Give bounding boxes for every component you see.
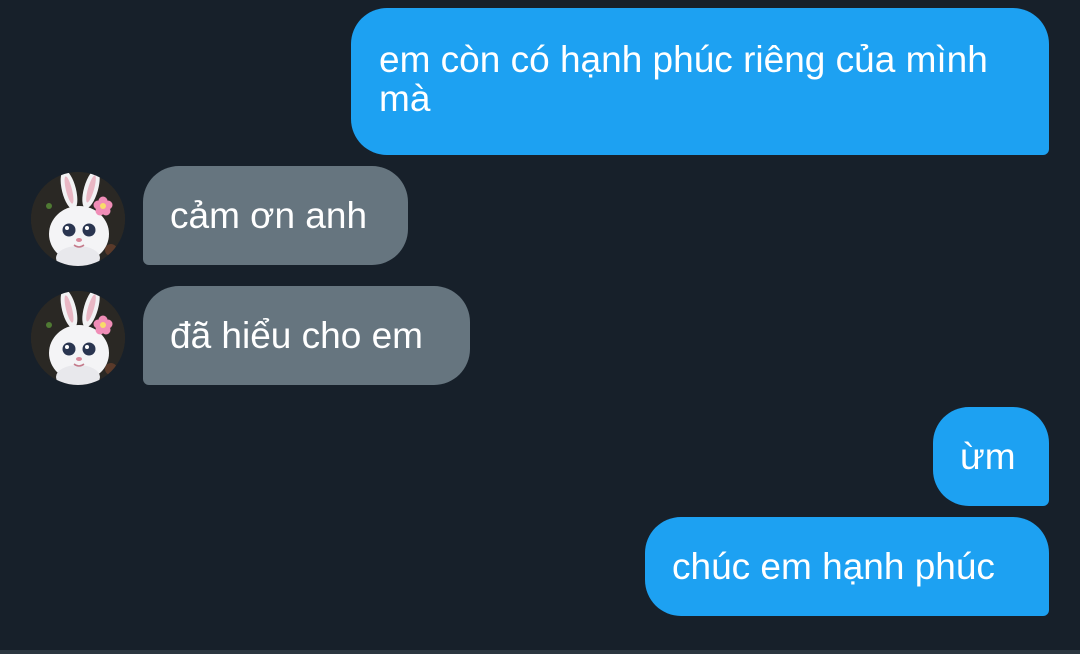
- bunny-avatar-image: [31, 172, 125, 266]
- bunny-avatar[interactable]: [31, 291, 125, 385]
- message-bubble-outgoing[interactable]: ừm: [933, 407, 1049, 506]
- message-text: chúc em hạnh phúc: [672, 546, 995, 587]
- message-bubble-incoming[interactable]: đã hiểu cho em: [143, 286, 470, 385]
- message-bubble-incoming[interactable]: cảm ơn anh: [143, 166, 408, 265]
- message-bubble-outgoing[interactable]: chúc em hạnh phúc: [645, 517, 1049, 616]
- bunny-avatar-image: [31, 291, 125, 385]
- message-text: ừm: [960, 436, 1016, 477]
- message-bubble-outgoing[interactable]: em còn có hạnh phúc riêng của mình mà: [351, 8, 1049, 155]
- bunny-avatar[interactable]: [31, 172, 125, 266]
- bottom-divider: [0, 650, 1080, 654]
- message-text: cảm ơn anh: [170, 195, 368, 236]
- message-text: em còn có hạnh phúc riêng của mình mà: [379, 39, 988, 119]
- message-text: đã hiểu cho em: [170, 315, 424, 356]
- conversation-thread: em còn có hạnh phúc riêng của mình mà cả…: [0, 0, 1080, 654]
